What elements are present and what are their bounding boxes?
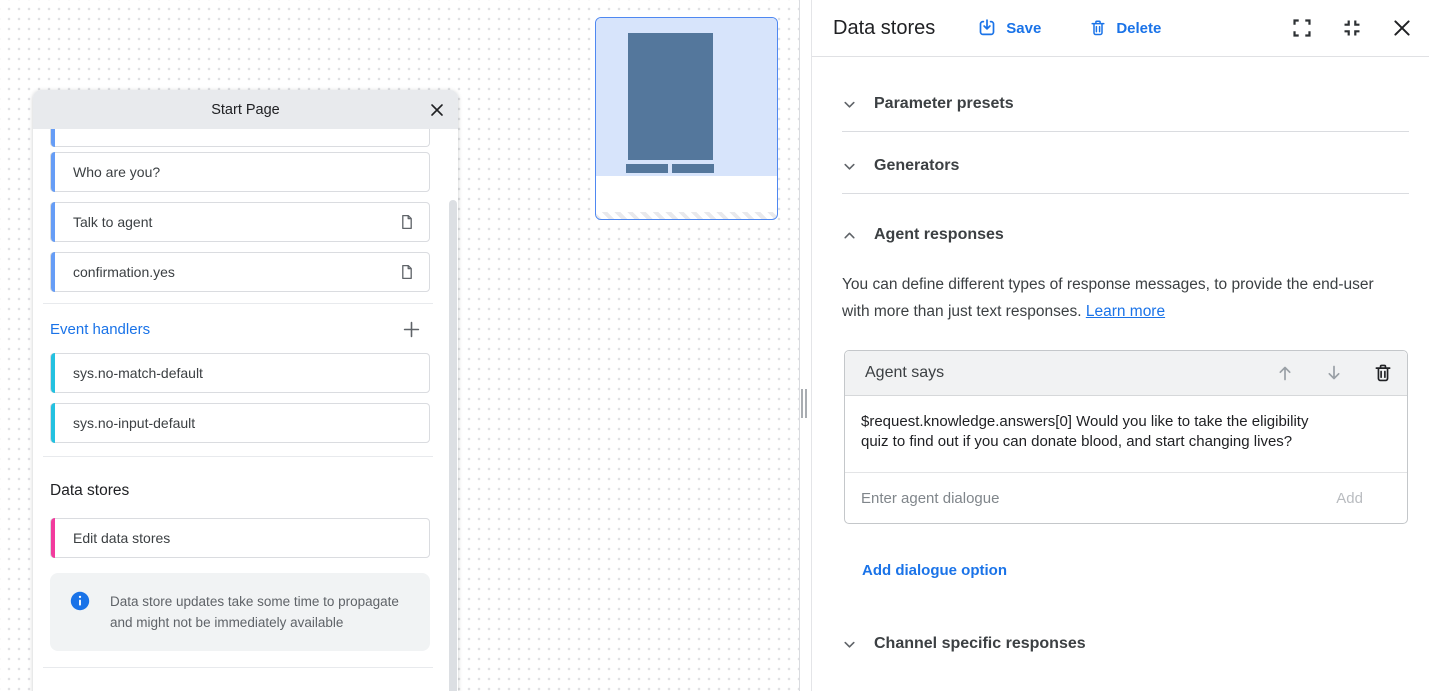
- event-handler-card[interactable]: sys.no-input-default: [50, 403, 430, 443]
- data-store-color-bar: [51, 518, 55, 558]
- start-page-header: Start Page: [33, 90, 458, 129]
- event-handler-color-bar: [51, 353, 55, 393]
- save-icon: [977, 18, 997, 38]
- add-dialogue-option-button[interactable]: Add dialogue option: [862, 562, 1007, 579]
- section-label: Agent responses: [874, 226, 1004, 244]
- route-color-bar: [51, 152, 55, 192]
- section-label: Channel specific responses: [874, 635, 1086, 653]
- data-store-info-box: Data store updates take some time to pro…: [50, 573, 430, 651]
- route-label: Who are you?: [73, 164, 160, 180]
- panel-title: Data stores: [833, 17, 935, 40]
- data-stores-heading: Data stores: [50, 482, 430, 502]
- page-icon: [399, 264, 415, 280]
- close-icon[interactable]: [1391, 17, 1413, 39]
- event-handler-color-bar: [51, 403, 55, 443]
- minimap[interactable]: [595, 17, 778, 220]
- delete-button[interactable]: Delete: [1089, 19, 1161, 37]
- start-page-panel: Start Page Who are you? Talk to agent: [33, 90, 458, 691]
- close-icon[interactable]: [427, 100, 447, 120]
- section-label: Parameter presets: [874, 95, 1014, 113]
- agent-dialogue-text[interactable]: $request.knowledge.answers[0] Would you …: [845, 396, 1345, 472]
- app: Start Page Who are you? Talk to agent: [0, 0, 1429, 691]
- add-button[interactable]: Add: [1336, 490, 1363, 507]
- route-color-bar: [51, 252, 55, 292]
- divider: [43, 456, 433, 457]
- event-handler-label: sys.no-input-default: [73, 415, 195, 431]
- section-channel-specific-responses[interactable]: Channel specific responses: [842, 634, 1409, 654]
- start-page-body: Who are you? Talk to agent confirmation.…: [33, 129, 458, 668]
- delete-response-icon[interactable]: [1373, 363, 1393, 383]
- trash-icon: [1089, 19, 1107, 37]
- agent-responses-description: You can define different types of respon…: [842, 271, 1402, 325]
- info-text: Data store updates take some time to pro…: [110, 591, 402, 633]
- divider: [842, 131, 1409, 132]
- agent-says-title: Agent says: [865, 364, 944, 382]
- info-icon: [70, 591, 90, 633]
- move-down-icon[interactable]: [1324, 363, 1344, 383]
- learn-more-link[interactable]: Learn more: [1086, 303, 1165, 320]
- save-label: Save: [1006, 20, 1041, 37]
- minimap-node-small-1: [626, 164, 668, 173]
- delete-label: Delete: [1116, 20, 1161, 37]
- section-generators[interactable]: Generators: [842, 156, 1409, 176]
- window-controls: [1291, 17, 1413, 39]
- minimap-node: [628, 33, 713, 160]
- collapse-icon[interactable]: [1341, 17, 1363, 39]
- route-label: confirmation.yes: [73, 264, 175, 280]
- chevron-up-icon: [842, 228, 857, 243]
- edit-data-stores-label: Edit data stores: [73, 530, 170, 546]
- chevron-down-icon: [842, 159, 857, 174]
- route-card[interactable]: Who are you?: [50, 152, 430, 192]
- page-icon: [399, 214, 415, 230]
- route-color-bar: [51, 202, 55, 242]
- event-handlers-row: Event handlers: [50, 319, 430, 339]
- event-handler-label: sys.no-match-default: [73, 365, 203, 381]
- minimap-hatch: [596, 212, 777, 219]
- panel-resize-handle[interactable]: [801, 389, 808, 418]
- section-parameter-presets[interactable]: Parameter presets: [842, 94, 1409, 114]
- agent-says-header: Agent says: [845, 351, 1407, 396]
- route-label: Talk to agent: [73, 214, 152, 230]
- data-stores-panel: Data stores Save Delete: [811, 0, 1429, 691]
- route-card[interactable]: confirmation.yes: [50, 252, 430, 292]
- start-page-title: Start Page: [211, 102, 280, 118]
- divider: [43, 303, 433, 304]
- chevron-down-icon: [842, 637, 857, 652]
- save-button[interactable]: Save: [977, 18, 1041, 38]
- flow-canvas[interactable]: Start Page Who are you? Talk to agent: [0, 0, 811, 691]
- route-card-partial[interactable]: [50, 129, 430, 147]
- panel-body: Parameter presets Generators Agent respo…: [812, 94, 1429, 654]
- section-agent-responses[interactable]: Agent responses: [842, 225, 1409, 245]
- panel-header: Data stores Save Delete: [812, 0, 1429, 57]
- divider: [43, 667, 433, 668]
- divider: [842, 193, 1409, 194]
- chevron-down-icon: [842, 97, 857, 112]
- agent-dialogue-input[interactable]: [861, 490, 1336, 507]
- panel-split-divider: [799, 0, 800, 691]
- route-card[interactable]: Talk to agent: [50, 202, 430, 242]
- section-label: Generators: [874, 157, 959, 175]
- edit-data-stores-card[interactable]: Edit data stores: [50, 518, 430, 558]
- add-event-handler-icon[interactable]: [403, 321, 420, 338]
- route-color-bar: [51, 129, 55, 147]
- agent-says-card: Agent says $request.knowledge.answers[: [844, 350, 1408, 524]
- event-handlers-link[interactable]: Event handlers: [50, 321, 150, 338]
- move-up-icon[interactable]: [1275, 363, 1295, 383]
- fullscreen-icon[interactable]: [1291, 17, 1313, 39]
- agent-dialogue-input-row: Add: [845, 472, 1407, 523]
- minimap-node-small-2: [672, 164, 714, 173]
- event-handler-card[interactable]: sys.no-match-default: [50, 353, 430, 393]
- scrollbar-thumb[interactable]: [449, 200, 457, 691]
